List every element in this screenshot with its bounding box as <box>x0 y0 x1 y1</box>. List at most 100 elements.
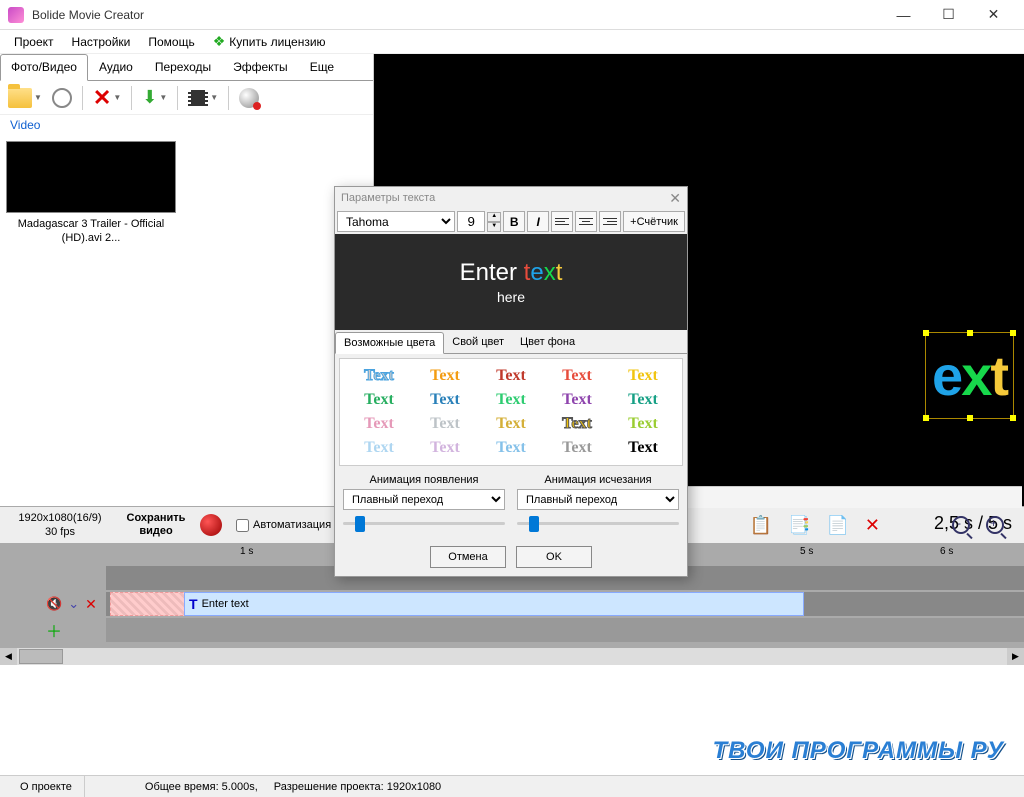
color-swatch[interactable]: Text <box>348 367 410 385</box>
color-swatch[interactable]: Text <box>414 415 476 433</box>
align-right-button[interactable] <box>599 211 621 232</box>
webcam-button[interactable] <box>237 86 261 110</box>
mute-icon[interactable]: 🔇 <box>46 596 62 612</box>
color-swatch[interactable]: Text <box>612 439 674 457</box>
text-clip[interactable]: T Enter text <box>184 592 804 616</box>
anim-in-slider[interactable] <box>343 514 505 534</box>
record-button[interactable] <box>200 514 222 536</box>
chevron-down-icon: ▼ <box>210 93 218 102</box>
close-button[interactable]: ✕ <box>971 1 1016 29</box>
color-swatch[interactable]: Text <box>612 415 674 433</box>
resize-handle[interactable] <box>967 330 973 336</box>
overlay-text: ext <box>932 344 1007 407</box>
tab-effects[interactable]: Эффекты <box>222 54 299 80</box>
folder-icon <box>8 88 32 108</box>
tab-custom-color[interactable]: Свой цвет <box>444 332 512 353</box>
slider-thumb[interactable] <box>355 516 365 532</box>
color-swatch[interactable]: Text <box>546 439 608 457</box>
minimize-button[interactable]: — <box>881 1 926 29</box>
color-swatch[interactable]: Text <box>546 415 608 433</box>
spin-up[interactable]: ▲ <box>487 212 501 222</box>
cancel-button[interactable]: Отмена <box>430 546 506 568</box>
tab-color-presets[interactable]: Возможные цвета <box>335 332 444 354</box>
resize-handle[interactable] <box>923 330 929 336</box>
color-swatch[interactable]: Text <box>546 367 608 385</box>
tab-bg-color[interactable]: Цвет фона <box>512 332 583 353</box>
resize-handle[interactable] <box>923 415 929 421</box>
separator <box>177 86 178 110</box>
font-size-input[interactable] <box>457 211 485 232</box>
spin-down[interactable]: ▼ <box>487 222 501 232</box>
resize-handle[interactable] <box>1010 415 1016 421</box>
recent-button[interactable] <box>50 86 74 110</box>
color-swatch[interactable]: Text <box>414 391 476 409</box>
tab-more[interactable]: Еще <box>299 54 345 80</box>
anim-in-select[interactable]: Плавный переход <box>343 489 505 510</box>
delete-button[interactable]: ✕▼ <box>91 83 123 113</box>
dialog-close-button[interactable]: ✕ <box>669 190 681 207</box>
color-swatch[interactable]: Text <box>348 439 410 457</box>
chevrons-icon[interactable]: ⌄ <box>68 596 79 612</box>
menu-settings[interactable]: Настройки <box>64 32 139 52</box>
color-swatch[interactable]: Text <box>480 439 542 457</box>
dialog-buttons: Отмена OK <box>335 538 687 576</box>
anim-out-select[interactable]: Плавный переход <box>517 489 679 510</box>
scroll-thumb[interactable] <box>19 649 63 664</box>
film-button[interactable]: ▼ <box>186 88 220 108</box>
italic-button[interactable]: I <box>527 211 549 232</box>
color-swatch[interactable]: Text <box>414 367 476 385</box>
add-track-icon[interactable]: ＋ <box>46 618 62 642</box>
track-body[interactable] <box>106 618 1024 642</box>
preview-line1: Enter text <box>460 259 563 287</box>
color-swatch[interactable]: Text <box>348 391 410 409</box>
color-swatch[interactable]: Text <box>480 391 542 409</box>
text-overlay-box[interactable]: ext <box>925 332 1014 419</box>
tab-audio[interactable]: Аудио <box>88 54 144 80</box>
menu-help[interactable]: Помощь <box>140 32 202 52</box>
maximize-button[interactable]: ☐ <box>926 1 971 29</box>
anim-out-label: Анимация исчезания <box>517 474 679 486</box>
color-preset-grid: Text Text Text Text Text Text Text Text … <box>339 358 683 466</box>
save-video-button[interactable]: Сохранить видео <box>120 512 192 538</box>
color-swatch[interactable]: Text <box>612 391 674 409</box>
app-icon <box>8 7 24 23</box>
media-item[interactable]: Madagascar 3 Trailer - Official (HD).avi… <box>6 141 176 250</box>
remove-track-icon[interactable]: ✕ <box>85 596 97 613</box>
horizontal-scrollbar[interactable]: ◀ ▶ <box>0 648 1024 665</box>
tab-transitions[interactable]: Переходы <box>144 54 222 80</box>
track-body[interactable]: T Enter text <box>106 592 1024 616</box>
automation-input[interactable] <box>236 519 249 532</box>
menu-project[interactable]: Проект <box>6 32 62 52</box>
status-about[interactable]: О проекте <box>8 776 85 797</box>
anim-out-slider[interactable] <box>517 514 679 534</box>
tab-photo-video[interactable]: Фото/Видео <box>0 54 88 81</box>
align-center-button[interactable] <box>575 211 597 232</box>
resize-handle[interactable] <box>1010 330 1016 336</box>
open-folder-button[interactable]: ▼ <box>6 86 44 110</box>
separator <box>82 86 83 110</box>
color-swatch[interactable]: Text <box>414 439 476 457</box>
counter-button[interactable]: +Счётчик <box>623 211 685 232</box>
zoom-out-icon[interactable]: - <box>952 516 970 534</box>
ok-button[interactable]: OK <box>516 546 592 568</box>
bold-button[interactable]: B <box>503 211 525 232</box>
align-left-button[interactable] <box>551 211 573 232</box>
color-swatch[interactable]: Text <box>480 415 542 433</box>
scroll-left-button[interactable]: ◀ <box>0 648 17 665</box>
color-swatch[interactable]: Text <box>348 415 410 433</box>
slider-thumb[interactable] <box>529 516 539 532</box>
color-swatch[interactable]: Text <box>546 391 608 409</box>
track-row: 🔇 ⌄ ✕ T Enter text <box>0 592 1024 616</box>
menu-buy-license[interactable]: ❖ Купить лицензию <box>205 30 334 53</box>
resize-handle[interactable] <box>967 415 973 421</box>
dialog-titlebar[interactable]: Параметры текста ✕ <box>335 187 687 209</box>
font-select[interactable]: Tahoma <box>337 211 455 232</box>
text-preview[interactable]: Enter text here <box>335 234 687 330</box>
zoom-in-icon[interactable]: + <box>986 516 1004 534</box>
automation-checkbox[interactable]: Автоматизация <box>236 519 331 532</box>
download-button[interactable]: ⬇▼ <box>140 85 169 110</box>
color-swatch[interactable]: Text <box>612 367 674 385</box>
color-swatch[interactable]: Text <box>480 367 542 385</box>
section-label: Video <box>0 115 373 135</box>
scroll-right-button[interactable]: ▶ <box>1007 648 1024 665</box>
